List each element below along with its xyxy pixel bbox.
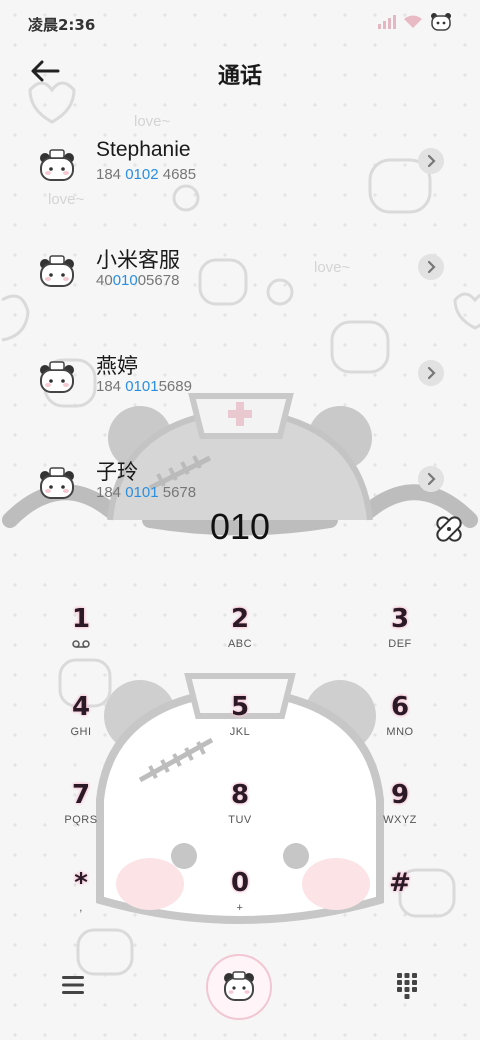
contact-item[interactable]: 燕婷 184 01015689 xyxy=(0,348,480,448)
chevron-right-icon[interactable] xyxy=(418,466,444,492)
key-digit: 7 xyxy=(71,780,91,810)
keypad-key-hash[interactable]: # xyxy=(345,868,455,942)
chevron-right-icon[interactable] xyxy=(418,360,444,386)
wifi-icon xyxy=(404,15,422,28)
key-digit: 6 xyxy=(390,692,410,722)
key-digit: 9 xyxy=(390,780,410,810)
key-digit: 5 xyxy=(230,692,250,722)
key-digit: # xyxy=(389,868,411,898)
status-bar: 凌晨2:36 xyxy=(0,0,480,44)
key-letters: PQRS xyxy=(64,814,98,826)
key-digit: 0 xyxy=(230,868,250,898)
contact-item[interactable]: 小米客服 4001005678 xyxy=(0,242,480,342)
battery-panda-icon xyxy=(431,13,451,31)
keypad-key-star[interactable]: * , xyxy=(26,868,136,942)
keypad-key-5[interactable]: 5 JKL xyxy=(185,692,295,766)
voicemail-icon xyxy=(72,640,90,648)
status-icons xyxy=(378,12,452,32)
key-letters: GHI xyxy=(70,726,92,738)
menu-icon[interactable] xyxy=(60,974,86,996)
key-letters: ABC xyxy=(227,638,253,650)
key-letters: + xyxy=(236,902,244,914)
key-letters: DEF xyxy=(388,638,412,650)
contact-number: 184 0102 4685 xyxy=(96,166,197,183)
contact-number: 4001005678 xyxy=(96,272,180,289)
panda-nurse-avatar-icon xyxy=(40,467,74,499)
panda-nurse-avatar-icon xyxy=(40,361,74,393)
call-button[interactable] xyxy=(206,954,272,1020)
key-digit: 2 xyxy=(230,604,250,634)
key-digit: 3 xyxy=(390,604,410,634)
keypad-grid-icon[interactable] xyxy=(396,972,418,1000)
panda-nurse-avatar-icon xyxy=(40,255,74,287)
page-title: 通话 xyxy=(217,64,262,89)
key-letters: JKL xyxy=(229,726,251,738)
key-digit: 4 xyxy=(71,692,91,722)
key-digit: * xyxy=(74,868,88,898)
chevron-right-icon[interactable] xyxy=(418,254,444,280)
key-letters: WXYZ xyxy=(383,814,417,826)
keypad-key-2[interactable]: 2 ABC xyxy=(185,604,295,678)
panda-nurse-avatar-icon xyxy=(40,149,74,181)
dialed-number-display: 010 xyxy=(209,506,271,547)
keypad-key-4[interactable]: 4 GHI xyxy=(26,692,136,766)
bottom-bar xyxy=(0,950,480,1040)
contact-number: 184 01015689 xyxy=(96,378,192,395)
signal-icon xyxy=(378,15,396,29)
key-letters: TUV xyxy=(228,814,252,826)
panda-call-icon xyxy=(224,971,254,1001)
key-letters: , xyxy=(79,902,83,914)
contact-item[interactable]: Stephanie 184 0102 4685 xyxy=(0,136,480,236)
svg-text:love~: love~ xyxy=(134,113,171,130)
contact-name: 小米客服 xyxy=(96,249,180,272)
header: 通话 xyxy=(0,44,480,100)
bandage-clear-icon[interactable] xyxy=(432,512,466,546)
key-letters: MNO xyxy=(386,726,414,738)
contact-name: 子玲 xyxy=(96,461,138,484)
keypad-key-9[interactable]: 9 WXYZ xyxy=(345,780,455,854)
key-digit: 8 xyxy=(230,780,250,810)
status-time: 凌晨2:36 xyxy=(28,16,96,34)
keypad-key-0[interactable]: 0 + xyxy=(185,868,295,942)
key-digit: 1 xyxy=(71,604,91,634)
contact-number: 184 0101 5678 xyxy=(96,484,197,501)
keypad-key-1[interactable]: 1 xyxy=(26,604,136,678)
keypad-key-3[interactable]: 3 DEF xyxy=(345,604,455,678)
keypad-key-8[interactable]: 8 TUV xyxy=(185,780,295,854)
contact-name: Stephanie xyxy=(96,138,191,161)
contact-name: 燕婷 xyxy=(96,355,138,378)
keypad-key-7[interactable]: 7 PQRS xyxy=(26,780,136,854)
chevron-right-icon[interactable] xyxy=(418,148,444,174)
keypad-key-6[interactable]: 6 MNO xyxy=(345,692,455,766)
